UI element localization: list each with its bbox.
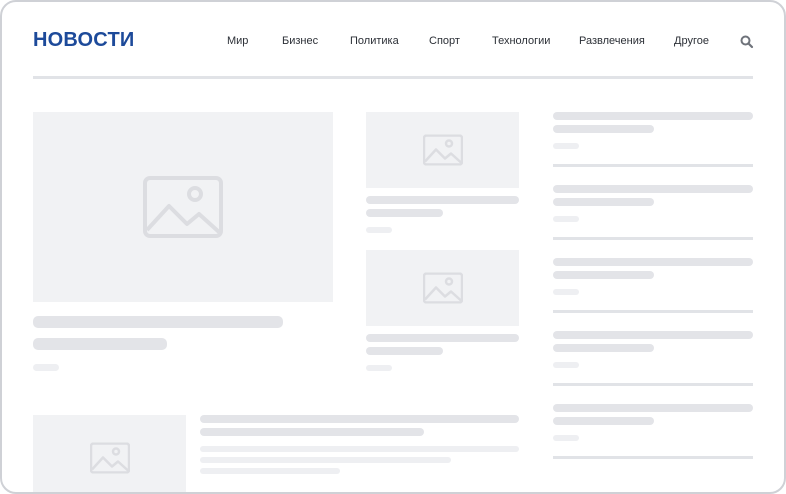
article-image-placeholder[interactable]	[33, 415, 186, 492]
header-divider	[33, 76, 753, 79]
nav-item-business[interactable]: Бизнес	[282, 35, 318, 47]
list-item-title-line-1	[553, 404, 753, 412]
image-icon	[422, 134, 463, 166]
list-item-title-line-1	[553, 112, 753, 120]
nav-item-politics[interactable]: Политика	[350, 35, 399, 47]
list-item-meta	[553, 435, 579, 441]
list-divider	[553, 456, 753, 459]
list-item-meta	[553, 289, 579, 295]
list-item-title-line-1	[553, 331, 753, 339]
article-title-line-1	[366, 334, 519, 342]
list-item-title-line-2	[553, 417, 654, 425]
article-excerpt-line-3	[200, 468, 340, 474]
article-excerpt-line-2	[200, 457, 451, 463]
image-icon	[422, 272, 463, 304]
nav-item-sport[interactable]: Спорт	[429, 35, 460, 47]
featured-image-placeholder[interactable]	[33, 112, 333, 302]
article-title-line-2	[366, 209, 443, 217]
article-meta	[366, 227, 392, 233]
image-icon	[143, 176, 223, 238]
list-divider	[553, 237, 753, 240]
list-item-title-line-2	[553, 125, 654, 133]
article-image-placeholder[interactable]	[366, 112, 519, 188]
list-divider	[553, 310, 753, 313]
list-item-meta	[553, 362, 579, 368]
article-title-line-1	[366, 196, 519, 204]
list-item-title-line-2	[553, 271, 654, 279]
featured-meta	[33, 364, 59, 371]
browser-frame: НОВОСТИ Мир Бизнес Политика Спорт Технол…	[0, 0, 786, 494]
nav-item-world[interactable]: Мир	[227, 35, 248, 47]
featured-title-line-1	[33, 316, 283, 328]
site-logo[interactable]: НОВОСТИ	[33, 29, 134, 52]
article-title-line-2	[200, 428, 424, 436]
nav-item-other[interactable]: Другое	[674, 35, 709, 47]
article-excerpt-line-1	[200, 446, 519, 452]
article-title-line-1	[200, 415, 519, 423]
list-divider	[553, 164, 753, 167]
article-title-line-2	[366, 347, 443, 355]
search-icon[interactable]	[740, 35, 754, 49]
list-item-meta	[553, 143, 579, 149]
list-item-title-line-2	[553, 344, 654, 352]
list-item-title-line-2	[553, 198, 654, 206]
image-icon	[89, 442, 130, 473]
nav-item-entertainment[interactable]: Развлечения	[579, 35, 645, 47]
article-meta	[366, 365, 392, 371]
article-image-placeholder[interactable]	[366, 250, 519, 326]
list-divider	[553, 383, 753, 386]
nav-item-technology[interactable]: Технологии	[492, 35, 550, 47]
list-item-meta	[553, 216, 579, 222]
list-item-title-line-1	[553, 185, 753, 193]
featured-title-line-2	[33, 338, 167, 350]
list-item-title-line-1	[553, 258, 753, 266]
